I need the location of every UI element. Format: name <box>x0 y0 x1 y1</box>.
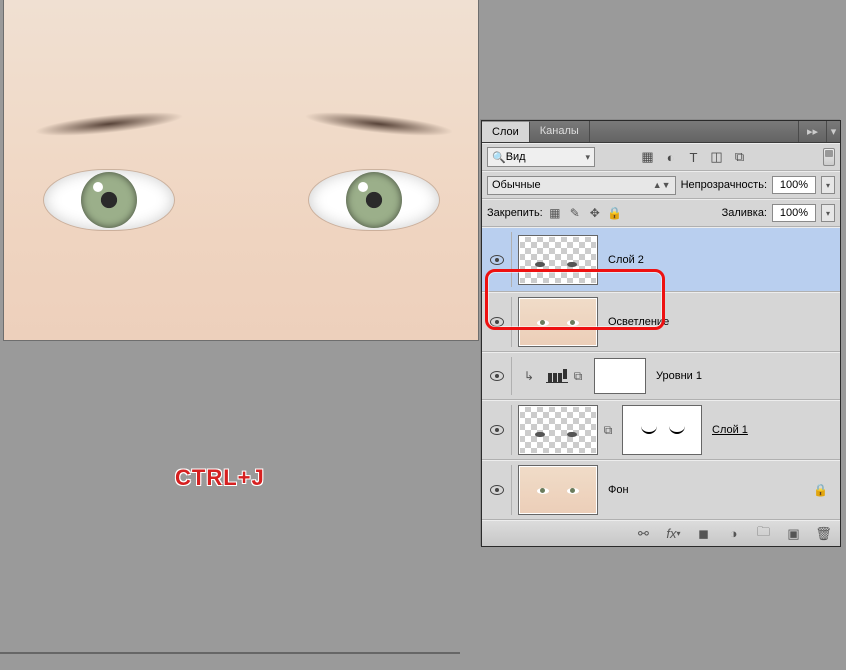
new-layer-button[interactable]: ▣ <box>785 525 802 542</box>
canvas-area: CTRL+J <box>0 0 481 670</box>
mask-link-icon[interactable]: ⧉ <box>601 423 615 438</box>
layers-panel: Слои Каналы ▸▸ ▾ 🔍 Вид ▾ ▦ ◐ T ◫ ⧉ Обычн… <box>481 120 841 547</box>
chevron-down-icon: ▲▼ <box>653 180 671 190</box>
fill-dropdown[interactable]: ▾ <box>821 204 835 222</box>
visibility-toggle[interactable] <box>490 317 504 327</box>
layer-list: Слой 2 Осветление ↳ ⧉ Уровни 1 ⧉ <box>482 227 840 520</box>
layer-thumbnail[interactable] <box>518 297 598 347</box>
clip-indicator-icon: ↳ <box>522 369 536 383</box>
layer-row[interactable]: ⧉ Слой 1 <box>482 400 840 460</box>
add-adjustment-button[interactable]: ◑ <box>725 525 742 542</box>
visibility-toggle[interactable] <box>490 485 504 495</box>
filter-kind-value: Вид <box>506 151 576 163</box>
lock-label: Закрепить: <box>487 207 543 219</box>
lock-all-icon[interactable]: 🔒 <box>608 206 622 220</box>
panel-collapse-icon[interactable]: ▾ <box>826 121 840 142</box>
layer-row[interactable]: ↳ ⧉ Уровни 1 <box>482 352 840 400</box>
filter-shape-icon[interactable]: ◫ <box>709 150 724 165</box>
new-group-button[interactable]: 🗀 <box>755 525 772 542</box>
visibility-toggle[interactable] <box>490 255 504 265</box>
filter-pixel-icon[interactable]: ▦ <box>640 150 655 165</box>
visibility-toggle[interactable] <box>490 371 504 381</box>
divider <box>0 652 460 654</box>
fill-field[interactable]: 100% <box>772 204 816 222</box>
mask-link-icon[interactable]: ⧉ <box>571 369 585 384</box>
panel-menu-icon[interactable]: ▸▸ <box>798 121 826 142</box>
image-content <box>309 170 439 230</box>
blend-mode-value: Обычные <box>492 179 541 191</box>
image-content <box>44 170 174 230</box>
layer-thumbnail[interactable] <box>518 235 598 285</box>
search-icon: 🔍 <box>492 151 506 164</box>
image-content <box>303 107 454 141</box>
layer-row[interactable]: Фон 🔒 <box>482 460 840 520</box>
layer-thumbnail[interactable] <box>518 465 598 515</box>
lock-transparent-icon[interactable]: ▦ <box>548 206 562 220</box>
panel-footer: ⚯ fx▾ ◼ ◑ 🗀 ▣ 🗑 <box>482 520 840 546</box>
blend-mode-select[interactable]: Обычные ▲▼ <box>487 176 676 195</box>
layer-thumbnail[interactable] <box>518 405 598 455</box>
lock-pixels-icon[interactable]: ✎ <box>568 206 582 220</box>
visibility-toggle[interactable] <box>490 425 504 435</box>
layer-filter-row: 🔍 Вид ▾ ▦ ◐ T ◫ ⧉ <box>482 143 840 171</box>
filter-adjust-icon[interactable]: ◐ <box>663 150 678 165</box>
levels-adjustment-icon[interactable] <box>546 365 568 387</box>
layer-style-button[interactable]: fx▾ <box>665 525 682 542</box>
layer-name[interactable]: Уровни 1 <box>656 370 702 382</box>
layer-mask-thumbnail[interactable] <box>622 405 702 455</box>
fill-label: Заливка: <box>722 207 767 219</box>
add-mask-button[interactable]: ◼ <box>695 525 712 542</box>
lock-position-icon[interactable]: ✥ <box>588 206 602 220</box>
layer-name[interactable]: Слой 1 <box>712 424 748 436</box>
opacity-dropdown[interactable]: ▾ <box>821 176 835 194</box>
filter-toggle[interactable] <box>823 148 835 166</box>
layer-name[interactable]: Осветление <box>608 316 669 328</box>
lock-icon: 🔒 <box>813 483 828 497</box>
tab-channels[interactable]: Каналы <box>530 121 590 142</box>
image-content <box>33 107 184 141</box>
link-layers-button[interactable]: ⚯ <box>635 525 652 542</box>
lock-row: Закрепить: ▦ ✎ ✥ 🔒 Заливка: 100% ▾ <box>482 199 840 227</box>
opacity-field[interactable]: 100% <box>772 176 816 194</box>
layer-row[interactable]: Осветление <box>482 292 840 352</box>
layer-name[interactable]: Фон <box>608 484 629 496</box>
filter-type-icon[interactable]: T <box>686 150 701 165</box>
opacity-label: Непрозрачность: <box>681 179 767 191</box>
tab-layers[interactable]: Слои <box>482 121 530 142</box>
layer-row[interactable]: Слой 2 <box>482 227 840 292</box>
layer-name[interactable]: Слой 2 <box>608 254 644 266</box>
filter-smart-icon[interactable]: ⧉ <box>732 150 747 165</box>
delete-layer-button[interactable]: 🗑 <box>815 525 832 542</box>
document[interactable] <box>4 0 478 340</box>
panel-header: Слои Каналы ▸▸ ▾ <box>482 121 840 143</box>
layer-mask-thumbnail[interactable] <box>594 358 646 394</box>
shortcut-annotation: CTRL+J <box>175 465 265 491</box>
blend-row: Обычные ▲▼ Непрозрачность: 100% ▾ <box>482 171 840 199</box>
layer-filter-kind[interactable]: 🔍 Вид ▾ <box>487 147 595 167</box>
